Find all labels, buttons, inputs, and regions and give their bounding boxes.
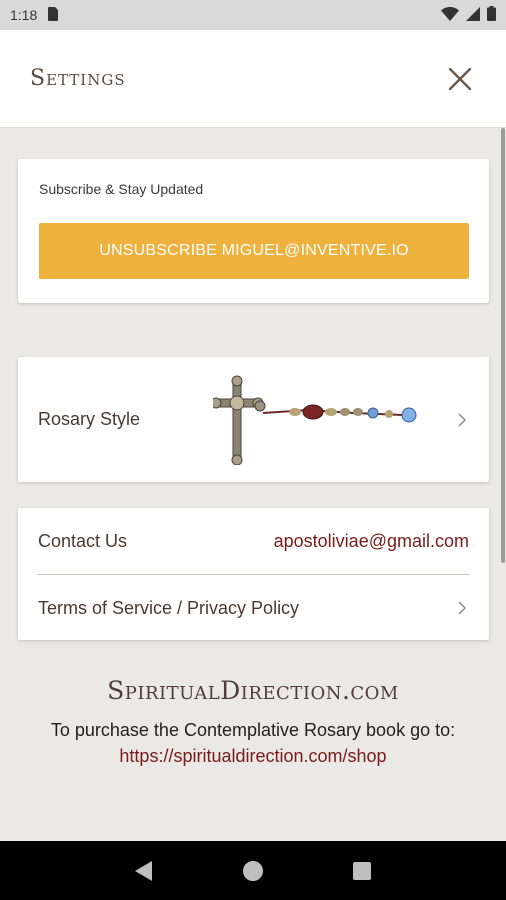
settings-header: Settings [0, 30, 506, 128]
terms-privacy-label: Terms of Service / Privacy Policy [38, 597, 300, 618]
status-bar: 1:18 [0, 0, 506, 30]
signal-icon [466, 6, 480, 24]
rosary-style-row[interactable]: Rosary Style [18, 357, 489, 482]
recents-button[interactable] [347, 856, 377, 886]
contact-email-link[interactable]: apostoliviae@gmail.com [274, 531, 469, 552]
footer: SpiritualDirection.com To purchase the C… [0, 676, 506, 769]
contact-us-row[interactable]: Contact Us apostoliviae@gmail.com [18, 508, 489, 574]
subscribe-label: Subscribe & Stay Updated [39, 181, 204, 197]
back-button[interactable] [129, 856, 159, 886]
terms-privacy-row[interactable]: Terms of Service / Privacy Policy [18, 575, 489, 641]
navigation-bar [0, 841, 506, 900]
spiritual-direction-logo: SpiritualDirection.com [107, 676, 399, 705]
settings-content[interactable]: Subscribe & Stay Updated UNSUBSCRIBE MIG… [0, 128, 506, 841]
contact-us-label: Contact Us [38, 530, 128, 551]
rosary-image [213, 375, 417, 465]
wifi-icon [441, 6, 459, 24]
recents-icon [352, 861, 371, 880]
battery-icon [487, 6, 496, 24]
page-title: Settings [30, 66, 126, 91]
status-time: 1:18 [10, 7, 38, 23]
footer-purchase-text: To purchase the Contemplative Rosary boo… [50, 720, 456, 740]
subscribe-card: Subscribe & Stay Updated UNSUBSCRIBE MIG… [18, 159, 489, 303]
back-icon [135, 860, 153, 881]
close-button[interactable] [444, 63, 476, 95]
unsubscribe-button[interactable]: UNSUBSCRIBE MIGUEL@INVENTIVE.IO [39, 223, 469, 279]
chevron-right-icon [455, 601, 469, 615]
home-button[interactable] [238, 856, 268, 886]
shop-link[interactable]: https://spiritualdirection.com/shop [0, 743, 506, 769]
contact-card: Contact Us apostoliviae@gmail.com Terms … [18, 508, 489, 640]
home-icon [242, 860, 263, 881]
rosary-style-label: Rosary Style [38, 409, 141, 429]
scrollbar[interactable] [501, 128, 505, 563]
close-icon [448, 67, 472, 90]
sim-card-icon [47, 6, 59, 24]
chevron-right-icon [455, 413, 469, 427]
